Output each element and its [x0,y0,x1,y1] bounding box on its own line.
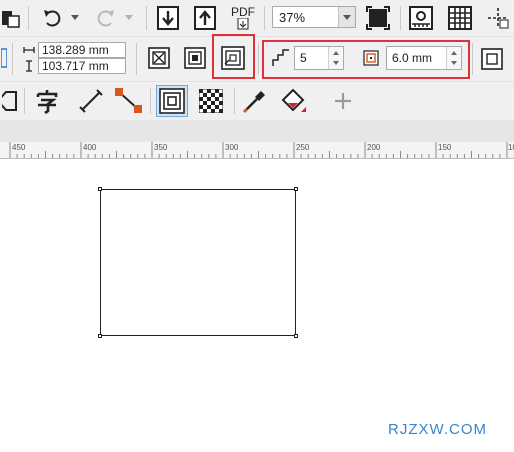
eyedropper-tool-icon[interactable] [240,86,270,116]
transparency-tool-icon[interactable] [196,86,226,116]
redo-dropdown-icon[interactable] [122,10,136,26]
object-width-field[interactable]: 138.289 mm [38,42,126,58]
publish-pdf-button[interactable]: PDF [228,3,258,33]
object-origin-icon [0,45,8,71]
workspace-gap [0,120,514,142]
ruler-label: 300 [225,143,239,152]
add-tool-icon[interactable] [328,86,358,116]
separator [400,6,401,30]
text-tool-icon[interactable] [32,86,62,116]
ruler-label: 200 [367,143,381,152]
rectangle-object[interactable] [100,189,296,336]
zoom-value: 37% [279,10,306,25]
contour-settings-highlight [262,40,470,79]
height-icon [22,59,36,73]
outside-contour-highlight [212,34,255,79]
standard-toolbar: PDF 37% [0,0,514,37]
separator [150,88,151,114]
polygon-tool-icon[interactable] [0,88,20,114]
show-rulers-icon[interactable] [407,4,435,32]
redo-icon[interactable] [92,6,118,30]
undo-dropdown-icon[interactable] [68,10,82,26]
separator [472,43,473,75]
show-grid-icon[interactable] [446,4,474,32]
pdf-label: PDF [231,5,255,19]
ruler-label: 100 [508,143,514,152]
contour-to-center-icon[interactable] [146,45,172,71]
selection-handle[interactable] [98,334,102,338]
interactive-fill-tool-icon[interactable] [278,86,310,116]
connector-tool-icon[interactable] [112,86,144,116]
dimension-tool-icon[interactable] [76,86,106,116]
ruler-label: 250 [296,143,310,152]
separator [234,88,235,114]
ruler-ticks [9,142,508,158]
chevron-down-icon[interactable] [338,7,355,27]
corner-style-icon[interactable] [478,45,506,73]
separator [146,6,147,30]
ruler-label: 150 [438,143,452,152]
show-guidelines-icon[interactable] [484,4,512,32]
separator [264,6,265,30]
ruler-label: 400 [83,143,97,152]
undo-icon[interactable] [40,6,66,30]
zoom-level-select[interactable]: 37% [272,6,356,28]
inside-contour-icon[interactable] [182,45,208,71]
contour-tool-icon [159,88,185,114]
contour-tool-button[interactable] [156,85,188,117]
selection-handle[interactable] [294,334,298,338]
full-screen-preview-icon[interactable] [364,4,392,32]
object-height-field[interactable]: 103.717 mm [38,58,126,74]
separator [258,43,259,75]
separator [12,43,13,75]
width-icon [22,43,36,57]
selection-handle[interactable] [98,187,102,191]
ruler-label: 350 [154,143,168,152]
export-icon[interactable] [192,4,218,32]
pdf-icon [237,18,249,30]
toolbox [0,82,514,120]
selection-handle[interactable] [294,187,298,191]
separator [28,6,29,30]
separator [136,43,137,75]
watermark-text: RJZXW.COM [388,421,487,438]
paste-icon[interactable] [0,7,22,29]
horizontal-ruler[interactable]: 450 400 350 300 250 200 150 100 [0,142,514,159]
import-icon[interactable] [155,4,181,32]
separator [24,88,25,114]
ruler-label: 450 [12,143,26,152]
